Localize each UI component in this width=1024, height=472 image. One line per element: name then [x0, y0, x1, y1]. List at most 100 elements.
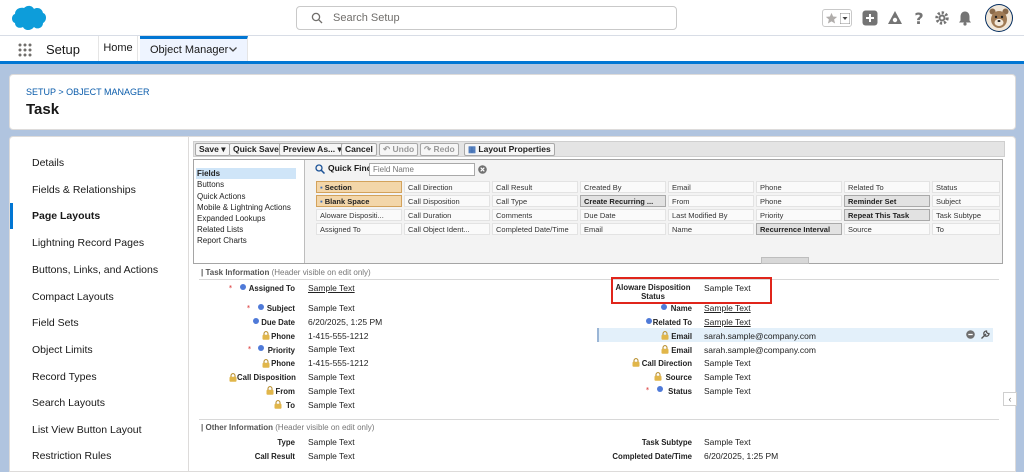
save-button[interactable]: Save ▾ — [195, 143, 230, 156]
palette-category-fields[interactable]: Fields — [196, 168, 296, 179]
sidebar-item-lightning-record-pages[interactable]: Lightning Record Pages — [10, 230, 189, 256]
palette-category-quick-actions[interactable]: Quick Actions — [196, 191, 296, 202]
palette-item[interactable]: From — [668, 195, 754, 207]
field-value[interactable]: Sample Text — [704, 358, 751, 368]
field-value[interactable]: Sample Text — [308, 400, 355, 410]
sidebar-item-compact-layouts[interactable]: Compact Layouts — [10, 284, 189, 310]
wrench-icon[interactable] — [980, 330, 990, 340]
palette-item[interactable]: Call Direction — [404, 181, 490, 193]
palette-item[interactable]: Last Modified By — [668, 209, 754, 221]
palette-category-buttons[interactable]: Buttons — [196, 179, 296, 190]
palette-resize-handle[interactable] — [761, 257, 809, 264]
field-value[interactable]: sarah.sample@company.com — [704, 331, 816, 341]
field-value[interactable]: Sample Text — [308, 437, 355, 447]
chevron-down-icon[interactable] — [228, 44, 238, 54]
field-value[interactable]: Sample Text — [308, 344, 355, 354]
field-value[interactable]: 6/20/2025, 1:25 PM — [704, 451, 778, 461]
palette-item[interactable]: Phone — [756, 181, 842, 193]
palette-item[interactable]: Source — [844, 223, 930, 235]
clear-icon[interactable] — [478, 165, 487, 174]
palette-item[interactable]: Call Duration — [404, 209, 490, 221]
bell-icon[interactable] — [957, 10, 973, 26]
sidebar-item-page-layouts[interactable]: Page Layouts — [10, 203, 189, 229]
palette-item[interactable]: Call Type — [492, 195, 578, 207]
palette-item[interactable]: Call Result — [492, 181, 578, 193]
palette-item[interactable]: Related To — [844, 181, 930, 193]
palette-item[interactable]: Status — [932, 181, 1000, 193]
breadcrumb[interactable]: SETUP > OBJECT MANAGER — [26, 87, 149, 97]
palette-item[interactable]: Email — [580, 223, 666, 235]
palette-category-report-charts[interactable]: Report Charts — [196, 235, 296, 246]
palette-item[interactable]: Create Recurring ... — [580, 195, 666, 207]
palette-item[interactable]: Task Subtype — [932, 209, 1000, 221]
sidebar-item-buttons-links-actions[interactable]: Buttons, Links, and Actions — [10, 257, 189, 283]
sidebar-item-object-limits[interactable]: Object Limits — [10, 337, 189, 363]
field-value[interactable]: Sample Text — [704, 437, 751, 447]
field-value[interactable]: Sample Text — [704, 317, 751, 327]
palette-item[interactable]: Reminder Set — [844, 195, 930, 207]
palette-item[interactable]: Priority — [756, 209, 842, 221]
palette-item[interactable]: Created By — [580, 181, 666, 193]
section-header-task-information[interactable]: | Task Information (Header visible on ed… — [201, 268, 371, 277]
palette-item[interactable]: To — [932, 223, 1000, 235]
field-value[interactable]: Sample Text — [704, 372, 751, 382]
undo-button[interactable]: ↶ Undo — [379, 143, 419, 156]
salesforce-logo[interactable] — [8, 4, 48, 32]
tab-home[interactable]: Home — [98, 36, 138, 61]
add-icon[interactable] — [862, 10, 878, 26]
section-header-other-information[interactable]: | Other Information (Header visible on e… — [201, 423, 374, 432]
palette-item-section[interactable]: ▪ Section — [316, 181, 402, 193]
sidebar-item-details[interactable]: Details — [10, 150, 189, 176]
field-value[interactable]: Sample Text — [308, 372, 355, 382]
quick-find-input[interactable] — [369, 163, 475, 176]
field-value[interactable]: Sample Text — [704, 303, 751, 313]
field-value[interactable]: 1-415-555-1212 — [308, 331, 369, 341]
quick-save-button[interactable]: Quick Save — [229, 143, 283, 156]
app-launcher-icon[interactable] — [18, 43, 32, 57]
sidebar-item-field-sets[interactable]: Field Sets — [10, 310, 189, 336]
palette-item[interactable]: Call Object Ident... — [404, 223, 490, 235]
palette-item-blank-space[interactable]: ▪ Blank Space — [316, 195, 402, 207]
palette-category-related-lists[interactable]: Related Lists — [196, 224, 296, 235]
palette-item[interactable]: Call Disposition — [404, 195, 490, 207]
cancel-button[interactable]: Cancel — [341, 143, 377, 156]
palette-item[interactable]: Recurrence Interval — [756, 223, 842, 235]
palette-item[interactable]: Completed Date/Time — [492, 223, 578, 235]
sidebar-item-restriction-rules[interactable]: Restriction Rules — [10, 443, 189, 469]
palette-item[interactable]: Phone — [756, 195, 842, 207]
palette-item[interactable]: Comments — [492, 209, 578, 221]
help-icon[interactable]: ? — [911, 10, 927, 26]
palette-item[interactable]: Subject — [932, 195, 1000, 207]
field-value[interactable]: 1-415-555-1212 — [308, 358, 369, 368]
field-value[interactable]: 6/20/2025, 1:25 PM — [308, 317, 382, 327]
favorites-button[interactable] — [822, 9, 852, 27]
palette-item[interactable]: Email — [668, 181, 754, 193]
palette-item[interactable]: Assigned To — [316, 223, 402, 235]
gear-icon[interactable] — [934, 10, 950, 26]
palette-category-expanded-lookups[interactable]: Expanded Lookups — [196, 213, 296, 224]
field-value[interactable]: sarah.sample@company.com — [704, 345, 816, 355]
preview-as-button[interactable]: Preview As... ▾ — [279, 143, 346, 156]
tab-object-manager[interactable]: Object Manager — [140, 36, 248, 61]
field-value[interactable]: Sample Text — [308, 451, 355, 461]
sidebar-item-search-layouts[interactable]: Search Layouts — [10, 390, 189, 416]
palette-item[interactable]: Name — [668, 223, 754, 235]
search-input[interactable]: Search Setup — [296, 6, 677, 30]
palette-item[interactable]: Aloware Dispositi... — [316, 209, 402, 221]
sidebar-item-fields-relationships[interactable]: Fields & Relationships — [10, 177, 189, 203]
trailhead-icon[interactable] — [887, 10, 903, 26]
sidebar-item-record-types[interactable]: Record Types — [10, 364, 189, 390]
field-value[interactable]: Sample Text — [308, 303, 355, 313]
sidebar-item-list-view-button-layout[interactable]: List View Button Layout — [10, 417, 189, 443]
field-value[interactable]: Sample Text — [308, 283, 355, 293]
field-value[interactable]: Sample Text — [704, 386, 751, 396]
palette-category-mobile-lightning-actions[interactable]: Mobile & Lightning Actions — [196, 202, 296, 213]
layout-properties-button[interactable]: ▦ Layout Properties — [464, 143, 555, 156]
palette-item[interactable]: Repeat This Task — [844, 209, 930, 221]
redo-button[interactable]: ↷ Redo — [420, 143, 459, 156]
remove-icon[interactable] — [966, 330, 975, 339]
collapse-panel-button[interactable]: ‹ — [1003, 392, 1017, 406]
field-value[interactable]: Sample Text — [308, 386, 355, 396]
avatar[interactable] — [985, 4, 1013, 32]
palette-item[interactable]: Due Date — [580, 209, 666, 221]
